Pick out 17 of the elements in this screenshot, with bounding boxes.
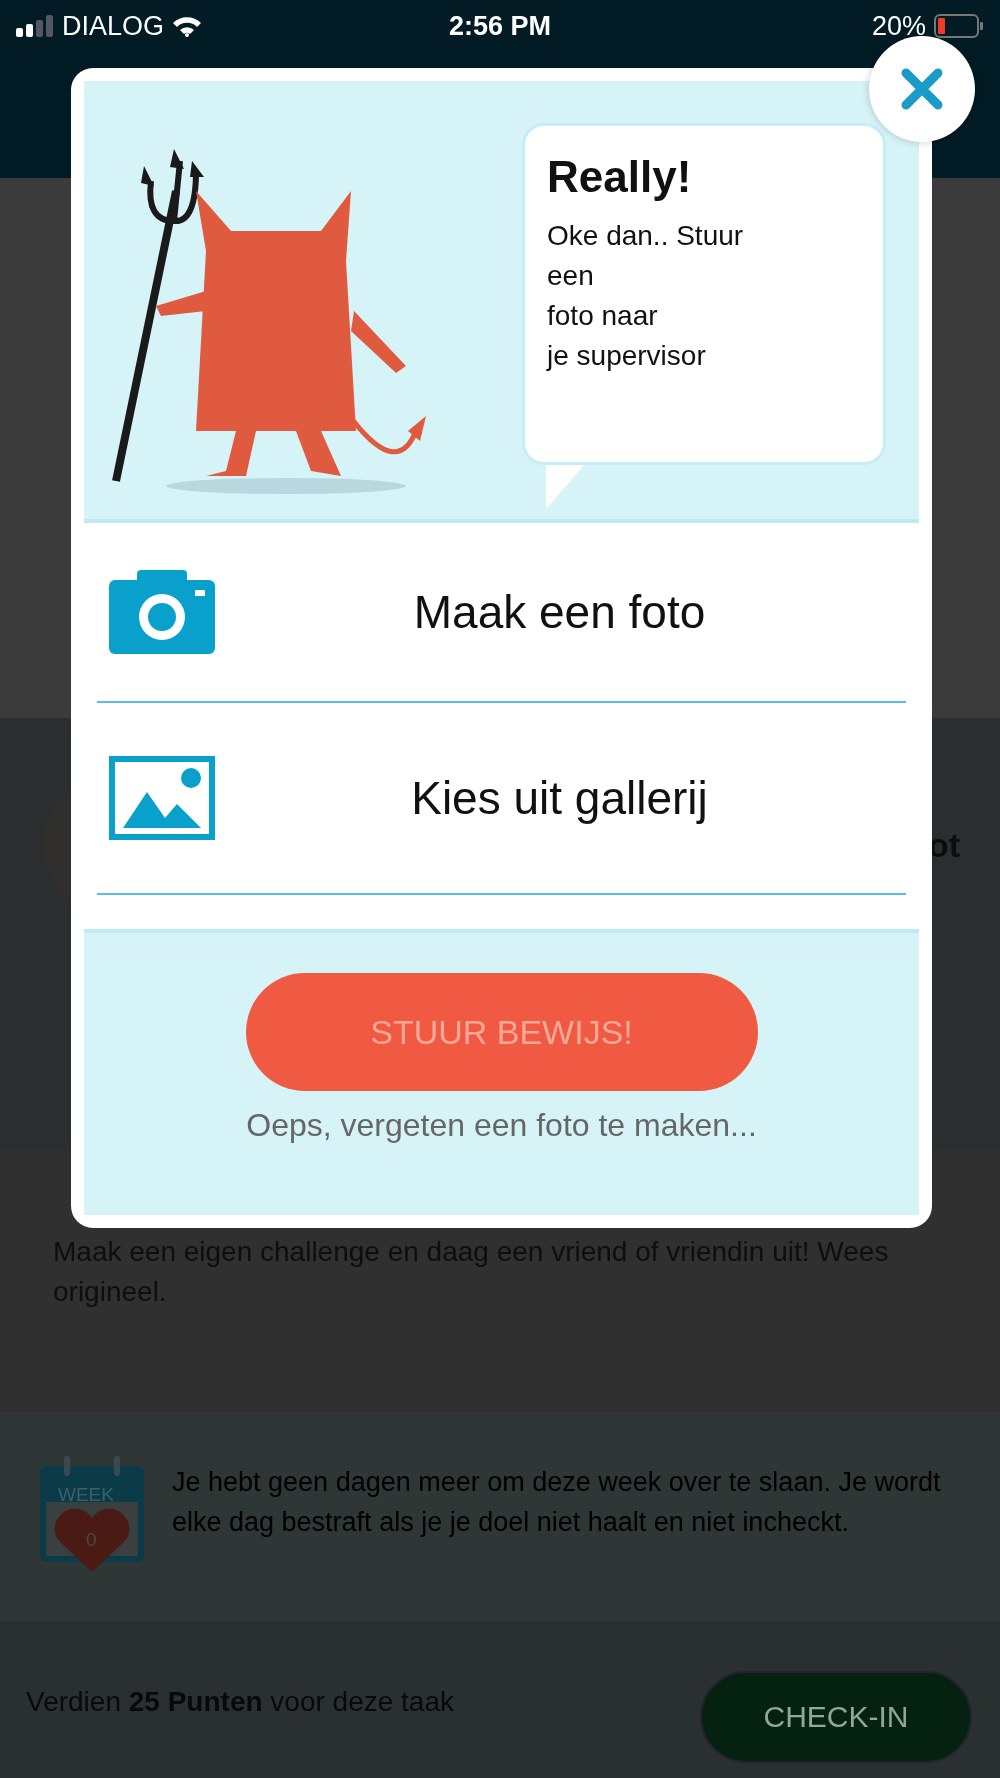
clock-time: 2:56 PM bbox=[448, 10, 551, 42]
bubble-text: Oke dan.. Stuur een foto naar je supervisor bbox=[547, 219, 745, 373]
bubble-title: Really! bbox=[547, 152, 693, 202]
option-row[interactable]: Maak een foto bbox=[97, 523, 906, 703]
battery-percent: 20% bbox=[871, 10, 926, 42]
option-label: Maak een foto bbox=[412, 585, 707, 639]
camera-icon bbox=[109, 570, 215, 654]
option-label: Kies uit gallerij bbox=[410, 771, 709, 825]
hint-text: Oeps, vergeten een foto te maken... bbox=[246, 1107, 757, 1144]
close-icon bbox=[900, 67, 944, 111]
image-icon bbox=[109, 756, 215, 840]
wifi-icon bbox=[172, 15, 203, 37]
signal-icon bbox=[16, 15, 54, 37]
option-row[interactable]: Kies uit gallerij bbox=[97, 703, 906, 895]
checkin-button[interactable]: CHECK-IN bbox=[700, 1671, 972, 1763]
battery-icon bbox=[934, 14, 984, 38]
carrier-name: DIALOG bbox=[62, 10, 165, 42]
